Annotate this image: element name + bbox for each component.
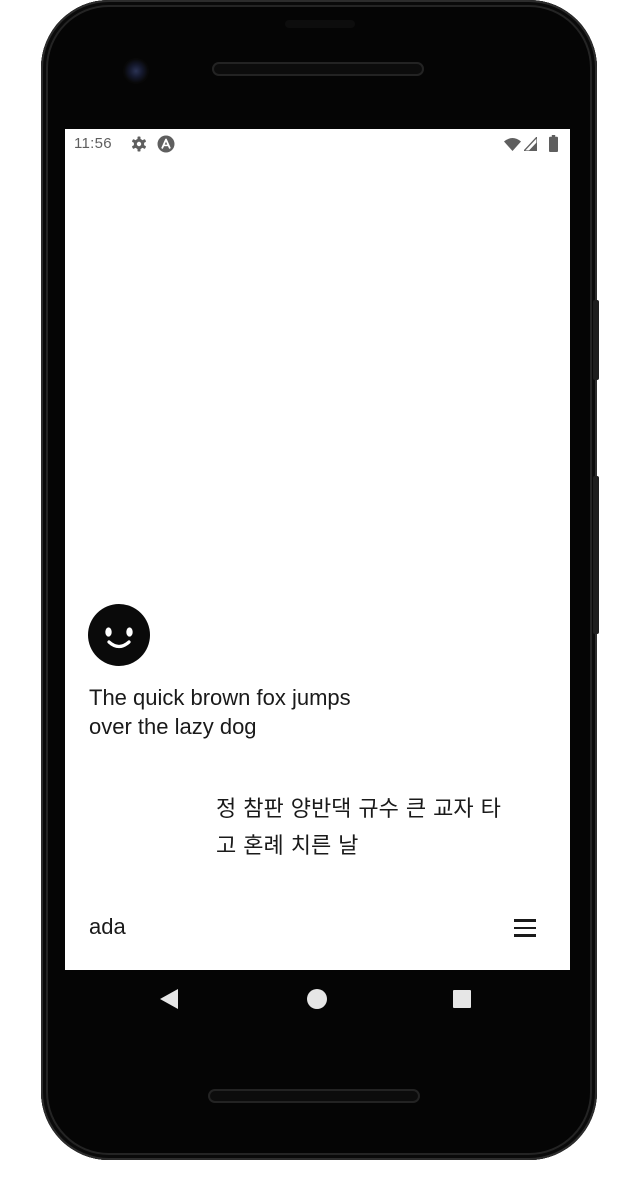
cell-signal-icon <box>524 137 537 151</box>
korean-line-2: 고 혼례 치른 날 <box>216 834 359 859</box>
status-time: 11:56 <box>74 135 112 152</box>
back-icon[interactable] <box>159 988 179 1010</box>
home-icon[interactable] <box>307 989 327 1009</box>
power-button <box>593 300 599 380</box>
pangram-english-text: The quick brown fox jumps over the lazy d… <box>89 683 409 741</box>
gear-icon <box>132 136 146 152</box>
hamburger-menu-icon[interactable] <box>512 917 538 939</box>
menu-line-top <box>514 919 536 922</box>
bottom-bar-label: ada <box>89 914 126 939</box>
english-line-1: The quick brown fox jumps <box>89 685 351 710</box>
smiley-face-icon <box>88 604 150 666</box>
recents-icon[interactable] <box>453 990 471 1008</box>
wifi-icon <box>504 138 521 151</box>
pangram-korean-text: 정 참판 양반댁 규수 큰 교자 타고 혼례 치른 날 <box>216 791 546 865</box>
english-line-2: over the lazy dog <box>89 714 257 739</box>
korean-line-1: 정 참판 양반댁 규수 큰 교자 타 <box>216 797 501 822</box>
menu-line-middle <box>514 926 536 930</box>
top-speaker-grille <box>212 62 424 76</box>
device-frame-stage: 11:56 The quick brown fox jumps over the… <box>0 0 640 1184</box>
android-a-icon <box>157 135 175 153</box>
app-screen: 11:56 The quick brown fox jumps over the… <box>65 129 570 970</box>
bottom-speaker-grille <box>208 1089 420 1103</box>
menu-line-bottom <box>514 934 536 937</box>
front-camera <box>123 58 149 84</box>
battery-icon <box>549 135 558 152</box>
status-bar: 11:56 <box>65 129 570 159</box>
volume-button <box>593 476 599 634</box>
top-earpiece-slot <box>285 20 355 28</box>
